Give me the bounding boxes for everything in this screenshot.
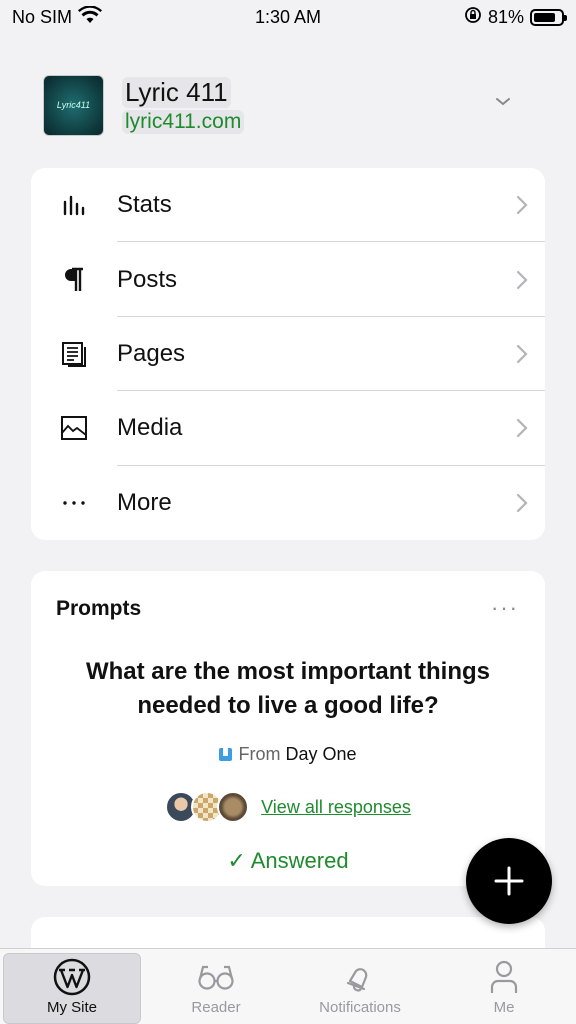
status-right: 81% <box>464 6 567 29</box>
battery-percent: 81% <box>487 6 524 27</box>
prompts-title: Prompts <box>56 597 142 620</box>
menu-item-pages[interactable]: Pages <box>31 317 545 392</box>
chevron-right-icon <box>499 418 545 438</box>
tab-label: Me <box>493 999 515 1016</box>
tab-reader[interactable]: Reader <box>144 949 288 1024</box>
chevron-right-icon <box>499 493 545 513</box>
site-logo[interactable]: Lyric411 <box>43 74 104 136</box>
battery-icon <box>530 8 567 26</box>
menu-item-posts[interactable]: Posts <box>31 242 545 318</box>
prompt-source: From Day One <box>31 744 545 765</box>
menu-label: Posts <box>117 265 178 293</box>
view-all-responses-link[interactable]: View all responses <box>261 797 411 818</box>
site-logo-text: Lyric411 <box>56 100 91 110</box>
tab-my-site[interactable]: My Site <box>0 949 144 1024</box>
create-button[interactable] <box>466 838 552 924</box>
day-one-icon <box>219 748 233 761</box>
orientation-lock-icon <box>464 6 482 29</box>
avatar <box>217 791 250 823</box>
chevron-right-icon <box>499 344 545 364</box>
tab-notifications[interactable]: Notifications <box>288 949 432 1024</box>
menu-label: More <box>117 488 172 516</box>
menu-item-media[interactable]: Media <box>31 391 545 466</box>
site-name: Lyric 411 <box>122 76 231 108</box>
tab-bar: My Site Reader Notifications Me <box>0 948 576 1024</box>
glasses-icon <box>198 965 234 990</box>
prompt-source-name: Day One <box>285 744 357 764</box>
media-icon <box>31 413 117 443</box>
status-bar: No SIM 1:30 AM 81% <box>0 0 576 34</box>
site-menu-card: Stats Posts Pages Media More <box>31 168 545 540</box>
more-icon <box>31 488 117 518</box>
chevron-right-icon <box>499 270 545 290</box>
tab-label: Reader <box>191 999 241 1016</box>
person-icon <box>490 960 518 993</box>
tab-label: My Site <box>46 999 97 1016</box>
menu-label: Media <box>117 414 183 442</box>
menu-label: Pages <box>117 339 186 367</box>
bell-icon <box>346 968 368 992</box>
pilcrow-icon <box>31 265 117 295</box>
menu-label: Stats <box>117 191 172 219</box>
site-header[interactable]: Lyric411 Lyric 411 lyric411.com <box>43 70 533 140</box>
response-avatars <box>165 791 250 823</box>
prompt-source-prefix: From <box>238 744 281 764</box>
wordpress-icon <box>53 958 91 996</box>
chevron-right-icon <box>499 195 545 215</box>
responses-row: View all responses <box>31 791 545 823</box>
tab-label: Notifications <box>319 999 401 1016</box>
tab-me[interactable]: Me <box>432 949 576 1024</box>
more-options-icon[interactable]: ··· <box>491 595 519 621</box>
site-url[interactable]: lyric411.com <box>122 109 245 134</box>
menu-item-stats[interactable]: Stats <box>31 168 545 243</box>
prompts-card: Prompts ··· What are the most important … <box>31 571 545 886</box>
chevron-down-icon[interactable] <box>495 94 511 110</box>
plus-icon <box>494 866 524 896</box>
stats-icon <box>31 190 117 220</box>
prompt-question: What are the most important things neede… <box>85 658 490 719</box>
site-info: Lyric 411 lyric411.com <box>122 76 245 134</box>
pages-icon <box>31 339 117 369</box>
menu-item-more[interactable]: More <box>31 466 545 540</box>
